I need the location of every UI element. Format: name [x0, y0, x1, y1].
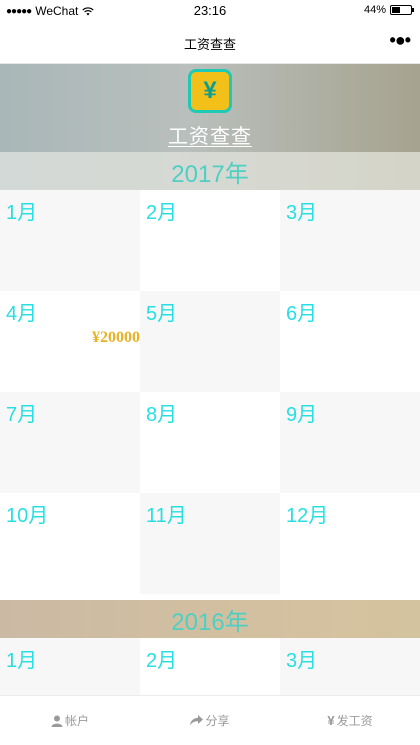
month-cell[interactable]: 3月	[280, 638, 420, 695]
status-time: 23:16	[193, 3, 227, 18]
hero-underline	[168, 146, 252, 147]
month-label: 3月	[286, 650, 318, 672]
tab-share[interactable]: 分享	[140, 696, 280, 745]
salary-amount: ¥20000	[92, 329, 140, 346]
main-scroll[interactable]: ¥ 工资查查 2017年 1月 2月 3月 4月 ¥20000 5月 6月 7月…	[0, 64, 420, 695]
month-grid-2017: 1月 2月 3月 4月 ¥20000 5月 6月 7月 8月 9月 10月 11…	[0, 190, 420, 594]
year-header-2017: 2017年	[0, 152, 420, 190]
tab-pay-salary[interactable]: ¥ 发工资	[280, 696, 420, 745]
month-label: 9月	[286, 404, 318, 426]
month-cell[interactable]: 9月	[280, 392, 420, 493]
tab-label: 帐户	[64, 714, 89, 728]
month-label: 6月	[286, 303, 318, 325]
month-label: 7月	[6, 404, 38, 426]
month-label: 1月	[6, 650, 38, 672]
month-cell[interactable]: 8月	[140, 392, 280, 493]
month-cell[interactable]: 11月	[140, 493, 280, 594]
page-title: 工资查查	[183, 37, 236, 52]
battery-percent: 44%	[363, 4, 386, 16]
month-cell[interactable]: 6月	[280, 291, 420, 392]
battery-fill	[392, 7, 400, 13]
month-cell[interactable]: 1月	[0, 638, 140, 695]
tab-bar: 帐户 分享 ¥ 发工资	[0, 695, 420, 745]
month-label: 5月	[146, 303, 178, 325]
status-right: 44%	[363, 4, 414, 16]
month-label: 3月	[286, 202, 318, 224]
month-cell[interactable]: 2月	[140, 638, 280, 695]
hero-banner: ¥ 工资查查	[0, 64, 420, 152]
month-label: 2月	[146, 202, 178, 224]
month-cell[interactable]: 7月	[0, 392, 140, 493]
month-cell[interactable]: 3月	[280, 190, 420, 291]
month-cell[interactable]: 10月	[0, 493, 140, 594]
month-cell[interactable]: 12月	[280, 493, 420, 594]
month-cell[interactable]: 2月	[140, 190, 280, 291]
tab-label: 发工资	[336, 714, 373, 728]
tab-account[interactable]: 帐户	[0, 696, 140, 745]
year-header-2016: 2016年	[0, 600, 420, 638]
month-label: 11月	[146, 505, 187, 527]
month-grid-2016: 1月 2月 3月	[0, 638, 420, 695]
share-icon	[190, 715, 204, 726]
month-label: 1月	[6, 202, 38, 224]
battery-icon	[390, 5, 414, 15]
month-label: 8月	[146, 404, 178, 426]
month-label: 2月	[146, 650, 178, 672]
month-cell[interactable]: 4月 ¥20000	[0, 291, 140, 392]
tab-label: 分享	[205, 714, 230, 728]
month-label: 4月	[6, 303, 38, 325]
nav-bar: 工资查查 •●•	[0, 22, 420, 64]
month-label: 12月	[286, 505, 329, 527]
yen-logo-icon: ¥	[188, 69, 232, 113]
hero-title: 工资查查	[168, 126, 252, 148]
more-options-icon[interactable]: •●•	[390, 30, 412, 51]
user-icon	[51, 715, 63, 727]
month-cell[interactable]: 5月	[140, 291, 280, 392]
month-cell[interactable]: 1月	[0, 190, 140, 291]
month-label: 10月	[6, 505, 49, 527]
status-bar: ●●●●● WeChat 23:16 44%	[0, 0, 420, 22]
yen-icon: ¥	[327, 713, 335, 728]
